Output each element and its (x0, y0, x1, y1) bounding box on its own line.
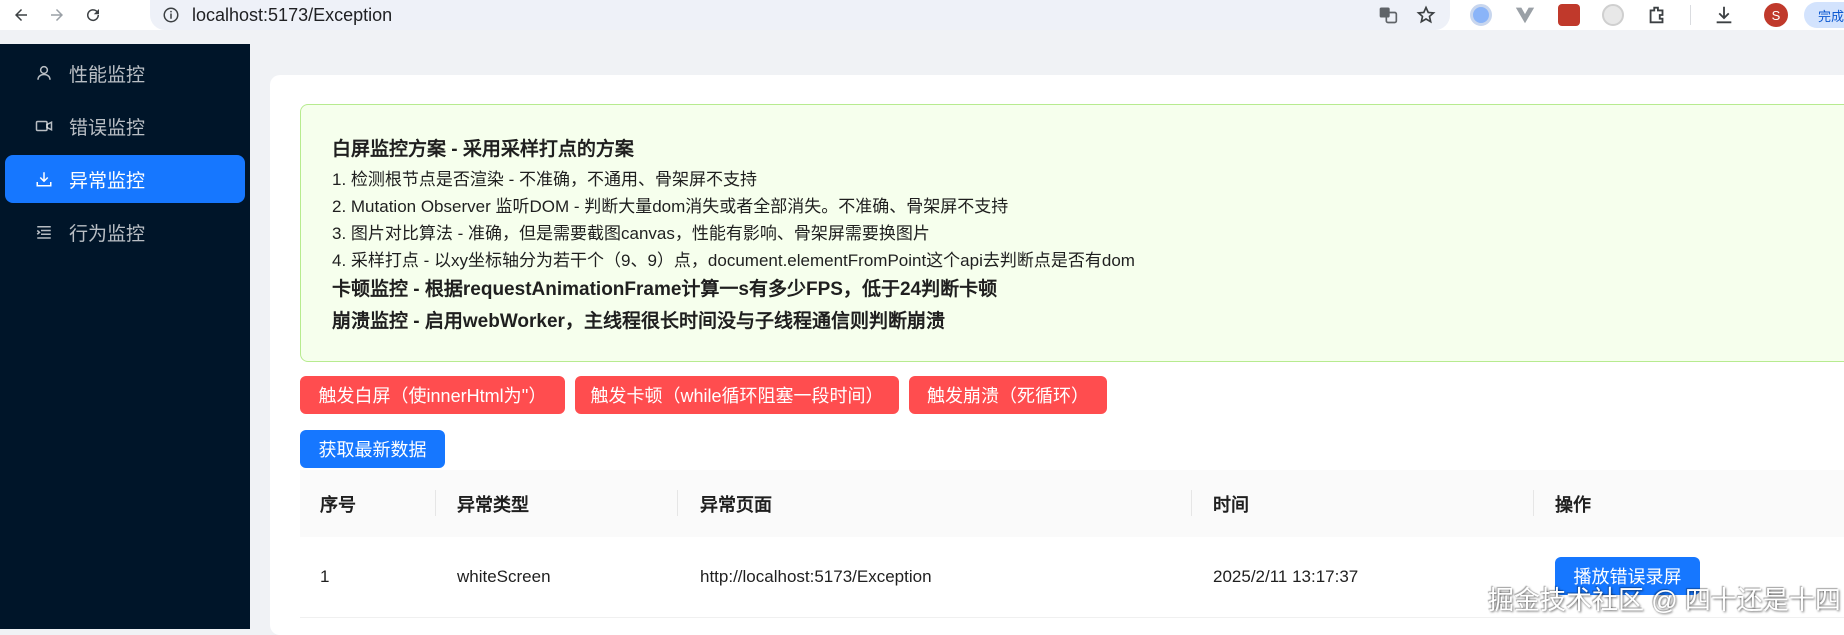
url-text[interactable]: localhost:5173/Exception (192, 5, 392, 26)
alert-title-white-screen: 白屏监控方案 - 采用采样打点的方案 (332, 139, 634, 160)
cell-page: http://localhost:5173/Exception (700, 567, 932, 586)
column-divider (677, 490, 678, 516)
sidebar-item-behavior[interactable]: 行为监控 (5, 208, 245, 256)
extension-red-icon[interactable] (1558, 4, 1580, 26)
profile-avatar[interactable]: S (1764, 3, 1788, 27)
reload-button[interactable] (78, 0, 108, 30)
extension-circle-icon[interactable] (1470, 4, 1492, 26)
sidebar-item-label: 异常监控 (69, 170, 146, 192)
browser-toolbar: localhost:5173/Exception S 完成 (0, 0, 1844, 30)
column-header-time: 时间 (1213, 494, 1249, 515)
alert-line-3: 3. 图片对比算法 - 准确，但是需要截图canvas，性能有影响、骨架屏需要换… (332, 224, 930, 243)
column-header-type: 异常类型 (457, 494, 529, 515)
vue-devtools-icon[interactable] (1514, 4, 1536, 26)
list-icon (36, 226, 51, 239)
arrow-right-icon (51, 9, 63, 21)
alert-title-lag: 卡顿监控 - 根据requestAnimationFrame计算一s有多少FPS… (332, 279, 998, 300)
alert-line-4: 4. 采样打点 - 以xy坐标轴分为若干个（9、9）点，document.ele… (332, 251, 1135, 270)
finish-button[interactable]: 完成 (1804, 2, 1844, 28)
arrow-left-icon (15, 9, 27, 21)
cell-index: 1 (320, 567, 330, 586)
upload-icon (36, 172, 52, 187)
back-button[interactable] (6, 0, 36, 30)
sidebar-item-errors[interactable]: 错误监控 (5, 102, 245, 150)
cell-time: 2025/2/11 13:17:37 (1213, 567, 1359, 586)
info-alert: 白屏监控方案 - 采用采样打点的方案 1. 检测根节点是否渲染 - 不准确，不通… (300, 104, 1844, 362)
extension-face-icon[interactable] (1602, 4, 1624, 26)
column-header-index: 序号 (320, 494, 356, 515)
fetch-latest-data-button[interactable]: 获取最新数据 (300, 430, 445, 468)
column-divider (1533, 490, 1534, 516)
sidebar: 性能监控 错误监控 异常监控 行为监控 (0, 44, 250, 629)
column-header-action: 操作 (1555, 494, 1591, 515)
sidebar-item-label: 性能监控 (69, 64, 146, 86)
sidebar-item-performance[interactable]: 性能监控 (5, 49, 245, 97)
trigger-white-screen-button[interactable]: 触发白屏（使innerHtml为''） (300, 376, 565, 414)
video-camera-icon (35, 120, 53, 132)
address-bar[interactable]: localhost:5173/Exception (150, 0, 1450, 30)
forward-button[interactable] (42, 0, 72, 30)
sidebar-item-label: 行为监控 (69, 223, 146, 245)
cell-type: whiteScreen (457, 567, 551, 586)
alert-line-2: 2. Mutation Observer 监听DOM - 判断大量dom消失或者… (332, 197, 1009, 216)
user-icon (37, 65, 51, 80)
trigger-crash-button[interactable]: 触发崩溃（死循环） (909, 376, 1107, 414)
download-icon[interactable] (1713, 4, 1735, 26)
table-header: 序号 异常类型 异常页面 时间 操作 (300, 470, 1844, 538)
alert-title-crash: 崩溃监控 - 启用webWorker，主线程很长时间没与子线程通信则判断崩溃 (332, 311, 945, 332)
column-divider (435, 490, 436, 516)
info-icon[interactable] (162, 6, 180, 24)
bookmark-star-icon[interactable] (1416, 5, 1436, 25)
puzzle-icon[interactable] (1646, 4, 1668, 26)
sidebar-item-label: 错误监控 (69, 117, 146, 139)
translate-icon[interactable] (1378, 5, 1398, 25)
alert-line-1: 1. 检测根节点是否渲染 - 不准确，不通用、骨架屏不支持 (332, 170, 758, 189)
sidebar-item-exceptions[interactable]: 异常监控 (5, 155, 245, 203)
trigger-lag-button[interactable]: 触发卡顿（while循环阻塞一段时间） (575, 376, 899, 414)
toolbar-divider (1690, 5, 1691, 25)
reload-icon (87, 9, 100, 22)
watermark: 掘金技术社区 @ 四十还是十四 (1488, 585, 1841, 615)
column-divider (1191, 490, 1192, 516)
column-header-page: 异常页面 (700, 494, 772, 515)
